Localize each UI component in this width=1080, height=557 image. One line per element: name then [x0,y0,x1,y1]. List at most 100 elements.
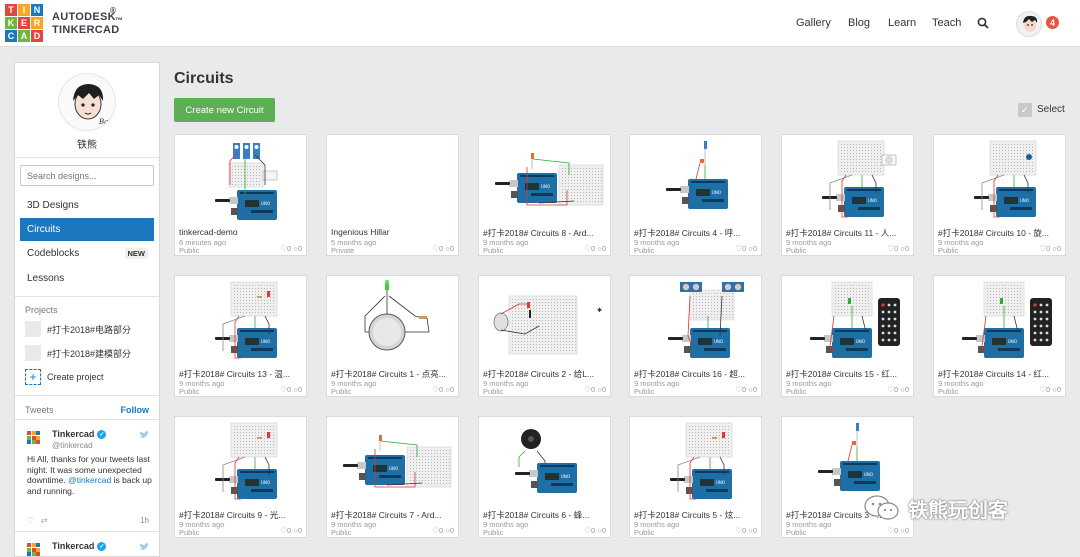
circuit-card[interactable]: UNO #打卡2018# Circuits 4 - 呼... 9 months … [629,134,762,256]
nav-gallery[interactable]: Gallery [796,17,831,29]
heart-icon: ♡ [280,244,288,253]
svg-text:UNO: UNO [561,474,570,479]
sidebar-item-label: 3D Designs [27,200,79,211]
brand-name[interactable]: AUTODESK TINKERCAD ® ™ [52,6,123,37]
retweet-icon[interactable]: ⇄ [41,516,48,525]
heart-icon: ♡ [887,244,895,253]
sidebar-item-3d-designs[interactable]: 3D Designs [20,194,154,217]
circuit-card[interactable]: UNO #打卡2018# Circuits 13 - 温... 9 months… [174,275,307,397]
circuit-thumbnail[interactable]: UNO [327,417,458,507]
like-count: 0 [287,385,292,394]
circuit-card[interactable]: #打卡2018# Circuits 1 - 点亮... 9 months ago… [326,275,459,397]
search-designs-input[interactable] [20,165,154,186]
circuit-card[interactable]: UNO tinkercad-demo 6 minutes ago Public … [174,134,307,256]
circuit-thumbnail[interactable]: UNO [630,135,761,225]
twitter-bird-icon[interactable] [139,431,149,439]
circuit-visibility: Private [331,246,355,255]
heart-icon: ♡ [584,385,592,394]
circuit-card[interactable]: UNO #打卡2018# Circuits 7 - Ard... 9 month… [326,416,459,538]
svg-text:UNO: UNO [716,480,725,485]
circuit-stats: ♡ 0 ○ 0 [280,385,302,394]
tweet-time[interactable]: 1h [140,516,149,525]
svg-text:UNO: UNO [261,201,270,206]
comment-count: 0 [904,385,909,394]
circuit-thumbnail[interactable]: UNO [630,417,761,507]
like-count: 0 [439,244,444,253]
circuit-thumbnail[interactable]: UNO [479,417,610,507]
sidebar-item-circuits[interactable]: Circuits [20,218,154,241]
circuit-thumbnail[interactable]: UNO [782,135,913,225]
circuit-thumbnail[interactable]: UNO [782,276,913,366]
svg-text:✱: ✱ [597,307,602,314]
circuit-card[interactable]: Ingenious Hillar 5 months ago Private ♡ 0… [326,134,459,256]
page-title: Circuits [174,70,234,87]
logo-cell [31,543,36,547]
circuit-stats: ♡ 0 ○ 0 [584,526,606,535]
nav-learn[interactable]: Learn [888,17,916,29]
divider [15,157,159,158]
tweet-author[interactable]: Tinkercad ✓ [52,541,107,551]
circuit-card[interactable]: UNO #打卡2018# Circuits 10 - 旋... 9 months… [933,134,1066,256]
circuit-stats: ♡ 0 ○ 0 [584,244,606,253]
circuit-title[interactable]: tinkercad-demo [179,227,304,237]
tweet-mention-link[interactable]: @tinkercad [68,475,111,485]
circuit-thumbnail[interactable]: UNO [479,135,610,225]
like-count: 0 [742,526,747,535]
circuit-card[interactable]: UNO #打卡2018# Circuits 9 - 光... 9 months … [174,416,307,538]
circuit-card[interactable]: UNO #打卡2018# Circuits 11 - 人... 9 months… [781,134,914,256]
brand-line2: TINKERCAD [52,24,120,36]
tinkercad-logo[interactable]: TIN KER CAD [5,4,43,42]
logo-letter: N [31,4,43,16]
select-label[interactable]: Select [1037,104,1065,115]
circuit-thumbnail[interactable] [327,276,458,366]
select-checkbox[interactable]: ✓ [1018,103,1032,117]
project-item[interactable]: #打卡2018#电路部分 [25,321,131,337]
tweet-handle[interactable]: @tinkercad [52,441,93,450]
create-new-circuit-button[interactable]: Create new Circuit [174,98,275,122]
top-header: TIN KER CAD AUTODESK TINKERCAD ® ™ Gallery… [0,0,1080,47]
nav-teach[interactable]: Teach [932,17,961,29]
tweet-author[interactable]: Tinkercad ✓ [52,429,107,439]
profile-avatar[interactable]: Baba [58,73,116,131]
circuit-card[interactable]: UNO #打卡2018# Circuits 8 - Ard... 9 month… [478,134,611,256]
circuit-thumbnail[interactable]: ✱ [479,276,610,366]
sidebar-item-codeblocks[interactable]: Codeblocks NEW [20,242,154,265]
create-project-button[interactable]: + Create project [25,369,104,385]
create-project-label: Create project [47,372,104,382]
circuit-thumbnail[interactable]: UNO [630,276,761,366]
circuit-card[interactable]: ✱ #打卡2018# Circuits 2 - 给L... 9 months a… [478,275,611,397]
follow-link[interactable]: Follow [121,405,150,415]
circuit-visibility: Public [179,387,200,396]
circuit-card[interactable]: UNO #打卡2018# Circuits 6 - 蜂... 9 months … [478,416,611,538]
heart-icon: ♡ [432,244,440,253]
svg-text:UNO: UNO [868,198,877,203]
nav-blog[interactable]: Blog [848,17,870,29]
circuit-card[interactable]: UNO #打卡2018# Circuits 14 - 红... 9 months… [933,275,1066,397]
circuit-card[interactable]: UNO #打卡2018# Circuits 16 - 超... 9 months… [629,275,762,397]
circuit-thumbnail[interactable]: UNO [175,276,306,366]
notification-badge[interactable]: 4 [1046,16,1059,29]
project-item[interactable]: #打卡2018#建模部分 [25,345,131,361]
logo-cell [27,552,31,557]
like-count: 0 [894,385,899,394]
user-avatar[interactable] [1016,11,1042,37]
twitter-bird-icon[interactable] [139,543,149,551]
circuit-thumbnail[interactable]: UNO [934,276,1065,366]
circuit-thumbnail[interactable] [327,135,458,225]
circuit-thumbnail[interactable]: UNO [175,417,306,507]
verified-icon: ✓ [97,429,107,439]
circuit-title[interactable]: Ingenious Hillar [331,227,456,237]
circuit-card[interactable]: UNO #打卡2018# Circuits 5 - 炫... 9 months … [629,416,762,538]
circuit-thumbnail[interactable]: UNO [934,135,1065,225]
verified-icon: ✓ [97,541,107,551]
circuit-visibility: Public [938,246,959,255]
like-count: 0 [439,385,444,394]
logo-cell [36,431,41,435]
heart-icon[interactable]: ♡ [27,516,34,525]
sidebar-item-lessons[interactable]: Lessons [20,267,154,290]
search-icon[interactable] [977,17,989,29]
divider [15,419,159,420]
circuit-thumbnail[interactable]: UNO [175,135,306,225]
circuit-card[interactable]: UNO #打卡2018# Circuits 15 - 红... 9 months… [781,275,914,397]
project-thumbnail [25,345,41,361]
